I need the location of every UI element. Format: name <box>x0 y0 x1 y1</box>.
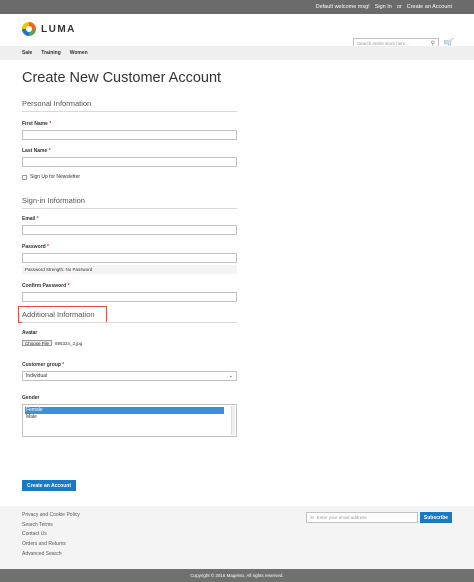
password-strength-meter: Password Strength: No Password <box>22 265 237 274</box>
subscribe-button[interactable]: Subscribe <box>420 512 452 523</box>
envelope-icon: ✉ <box>310 514 314 520</box>
email-label: Email * <box>22 216 39 222</box>
nav-item-women[interactable]: Women <box>70 50 88 56</box>
nav-item-sale[interactable]: Sale <box>22 50 32 56</box>
gender-label: Gender <box>22 395 40 401</box>
gender-option-female[interactable]: Female <box>25 407 224 414</box>
selected-file-name: 695324_2.jpg <box>55 340 83 346</box>
site-header: LUMA Search entire store here... ⚲ 🛒 <box>0 14 474 49</box>
confirm-password-field[interactable] <box>22 292 237 302</box>
newsletter-label[interactable]: Sign Up for Newsletter <box>30 174 80 180</box>
avatar-upload: Choose File 695324_2.jpg <box>22 340 82 346</box>
sign-in-link[interactable]: Sign In <box>375 4 392 10</box>
customer-group-select[interactable]: Individual ⌄ <box>22 371 237 381</box>
section-divider <box>22 322 237 323</box>
top-bar: Default welcome msg! Sign In or Create a… <box>0 0 474 14</box>
newsletter-email-input[interactable]: ✉ Enter your email address <box>306 512 418 523</box>
first-name-field[interactable] <box>22 130 237 140</box>
chevron-down-icon: ⌄ <box>228 373 233 379</box>
copyright-bar: Copyright © 2016 Magento. All rights res… <box>0 569 474 582</box>
logo-text: LUMA <box>41 23 76 35</box>
last-name-field[interactable] <box>22 157 237 167</box>
footer-link-orders[interactable]: Orders and Returns <box>22 541 80 551</box>
create-account-link[interactable]: Create an Account <box>407 4 452 10</box>
customer-group-value: Individual <box>26 373 48 379</box>
choose-file-button[interactable]: Choose File <box>22 340 53 346</box>
last-name-label: Last Name * <box>22 148 51 154</box>
personal-info-title: Personal Information <box>22 99 92 108</box>
section-divider <box>22 208 237 209</box>
email-field[interactable] <box>22 225 237 235</box>
or-separator: or <box>396 4 402 10</box>
section-divider <box>22 111 237 112</box>
store-logo[interactable]: LUMA <box>22 22 76 36</box>
signin-info-title: Sign-in Information <box>22 196 85 205</box>
footer-link-contact[interactable]: Contact Us <box>22 531 80 541</box>
footer-link-privacy[interactable]: Privacy and Cookie Policy <box>22 512 80 522</box>
page-title: Create New Customer Account <box>22 70 222 86</box>
footer-links: Privacy and Cookie Policy Search Terms C… <box>22 512 80 560</box>
welcome-message: Default welcome msg! <box>315 4 370 10</box>
footer-link-advanced-search[interactable]: Advanced Search <box>22 551 80 561</box>
customer-group-label: Customer group * <box>22 362 65 368</box>
site-footer: Privacy and Cookie Policy Search Terms C… <box>0 506 474 569</box>
additional-info-title: Additional Information <box>22 310 95 319</box>
listbox-scrollbar[interactable] <box>231 406 235 435</box>
create-account-button[interactable]: Create an Account <box>22 480 76 491</box>
footer-link-search-terms[interactable]: Search Terms <box>22 522 80 532</box>
newsletter-checkbox[interactable] <box>22 174 27 180</box>
newsletter-placeholder: Enter your email address <box>316 515 367 520</box>
first-name-label: First Name * <box>22 121 52 127</box>
gender-option-male[interactable]: Male <box>25 414 224 421</box>
nav-item-training[interactable]: Training <box>41 50 60 56</box>
luma-logo-icon <box>22 22 36 36</box>
gender-listbox[interactable]: Female Male <box>22 404 237 437</box>
password-label: Password * <box>22 244 49 250</box>
newsletter-form: ✉ Enter your email address Subscribe <box>306 512 452 523</box>
newsletter-option: Sign Up for Newsletter <box>22 174 80 180</box>
avatar-label: Avatar <box>22 330 38 336</box>
password-field[interactable] <box>22 253 237 263</box>
main-nav: Sale Training Women <box>0 46 474 60</box>
confirm-password-label: Confirm Password * <box>22 283 70 289</box>
